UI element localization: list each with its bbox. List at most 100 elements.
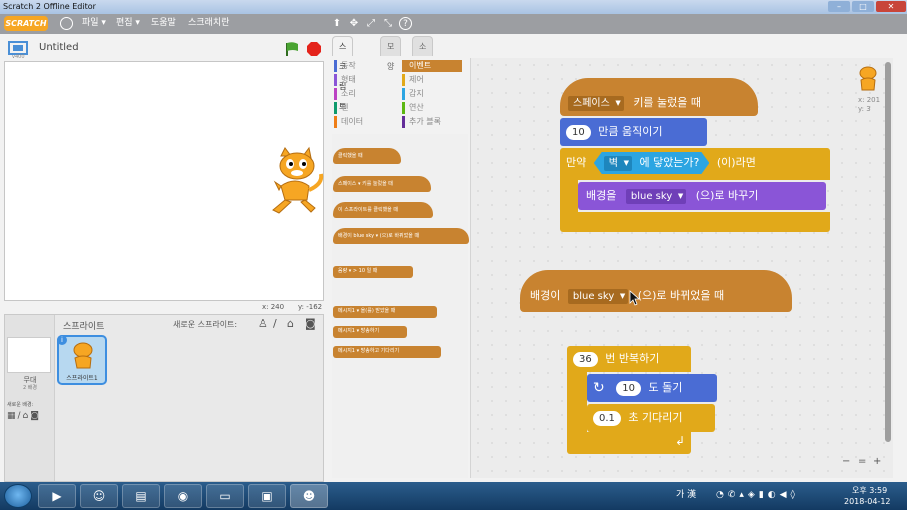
project-title[interactable]: Untitled: [39, 42, 79, 53]
when-key-pressed-block[interactable]: 스페이스 키를 눌렀을 때: [560, 78, 758, 116]
user-icon[interactable]: ☺: [80, 484, 118, 508]
turn-degrees-input[interactable]: 10: [616, 380, 641, 396]
camera-icon[interactable]: ◙: [305, 317, 316, 330]
upload-sprite-icon[interactable]: ⌂: [287, 317, 294, 330]
palette-block-2[interactable]: 이 스프라이트를 클릭했을 때: [333, 202, 433, 218]
clock-date[interactable]: 2018-04-12: [844, 497, 891, 507]
palette-block-3[interactable]: 배경이 blue sky ▾ (으)로 바뀌었을 때: [333, 228, 469, 244]
backdrop-hat-suffix: (으)로 바뀌었을 때: [637, 289, 725, 302]
cat-thumbnail-icon: [73, 342, 93, 369]
sprite-library-icon[interactable]: ♙: [258, 317, 268, 330]
repeat-count-input[interactable]: 36: [573, 351, 598, 367]
shrink-icon[interactable]: ⤡: [382, 17, 394, 30]
category-0[interactable]: 동작: [334, 60, 394, 72]
palette-block-1[interactable]: 스페이스 ▾ 키를 눌렀을 때: [333, 176, 431, 192]
scratch-logo[interactable]: SCRATCH: [4, 16, 48, 31]
palette-block-5[interactable]: 메시지1 ▾ 을(를) 받았을 때: [333, 306, 437, 318]
scripts-vertical-scrollbar[interactable]: [885, 62, 891, 442]
category-3[interactable]: 제어: [402, 74, 462, 86]
wait-block[interactable]: 0.1 초 기다리기: [587, 404, 715, 432]
new-backdrop-label: 새로운 배경:: [7, 402, 34, 408]
if-block[interactable]: 만약 벽 에 닿았는가? (이)라면: [560, 148, 830, 180]
network-icon[interactable]: ▣: [248, 484, 286, 508]
move-steps-label: 만큼 움직이기: [598, 125, 663, 138]
category-6[interactable]: 펜: [334, 102, 394, 114]
mouse-y-readout: y: -162: [298, 303, 323, 311]
category-7[interactable]: 연산: [402, 102, 462, 114]
sprite-thumbnail[interactable]: i 스프라이트1: [57, 335, 107, 385]
palette-block-7[interactable]: 메시지1 ▾ 방송하고 기다리기: [333, 346, 441, 358]
menu-edit[interactable]: 편집 ▾: [116, 17, 140, 30]
backdrop-dropdown[interactable]: blue sky: [625, 188, 687, 204]
repeat-block-arm: [567, 372, 587, 434]
paint-sprite-icon[interactable]: /: [273, 317, 277, 330]
sprite-panel: 무대 2 배경 새로운 배경: ▦/⌂◙ 스프라이트 새로운 스프라이트: ♙ …: [4, 314, 324, 482]
if-block-arm: [560, 180, 578, 214]
info-icon[interactable]: i: [57, 335, 67, 345]
tray-icons[interactable]: ◔✆▴◈▮◐◀◊: [716, 490, 799, 500]
close-button[interactable]: ✕: [876, 1, 906, 12]
tab-scripts[interactable]: 스크립트: [332, 36, 354, 111]
if-suffix: (이)라면: [716, 156, 756, 169]
sprite-x-readout: x: 201: [858, 96, 881, 104]
category-1[interactable]: 이벤트: [402, 60, 462, 72]
tab-sounds[interactable]: 소리: [412, 36, 434, 71]
green-flag-icon[interactable]: [284, 41, 300, 57]
move-steps-input[interactable]: 10: [566, 124, 591, 140]
file-explorer-icon[interactable]: ▤: [122, 484, 160, 508]
palette-block-6[interactable]: 메시지1 ▾ 방송하기: [333, 326, 407, 338]
notepad-icon[interactable]: ▭: [206, 484, 244, 508]
zoom-out-button[interactable]: −: [842, 456, 850, 467]
switch-backdrop-label: 배경을: [586, 189, 617, 202]
tab-costumes[interactable]: 모양: [380, 36, 402, 71]
window-titlebar: Scratch 2 Offline Editor – □ ✕: [0, 0, 907, 14]
windows-taskbar: ▶ ☺ ▤ ◉ ▭ ▣ ☻ 가 漢 ◔✆▴◈▮◐◀◊ 오후 3:59 2018-…: [0, 482, 907, 510]
menu-file[interactable]: 파일 ▾: [82, 17, 106, 30]
move-steps-block[interactable]: 10 만큼 움직이기: [560, 118, 707, 146]
scratch-icon[interactable]: ☻: [290, 484, 328, 508]
category-9[interactable]: 추가 블록: [402, 116, 462, 128]
scratch-editor-window: Scratch 2 Offline Editor – □ ✕ SCRATCH 파…: [0, 0, 907, 510]
turn-block[interactable]: ↻ 10 도 돌기: [587, 374, 717, 402]
backdrop-tools[interactable]: ▦/⌂◙: [7, 411, 41, 421]
grow-icon[interactable]: ⤢: [365, 17, 377, 30]
palette-block-4[interactable]: 음량 ▾ > 10 일 때: [333, 266, 413, 278]
category-5[interactable]: 감지: [402, 88, 462, 100]
zoom-in-button[interactable]: +: [873, 456, 881, 467]
ime-indicator[interactable]: 가 漢: [676, 490, 696, 500]
help-icon[interactable]: ?: [399, 17, 412, 30]
menu-help[interactable]: 도움말: [151, 17, 176, 30]
duplicate-icon[interactable]: ⬆: [331, 17, 343, 30]
touching-block[interactable]: 벽 에 닿았는가?: [594, 152, 710, 174]
if-label: 만약: [566, 156, 587, 169]
delete-icon[interactable]: ✥: [348, 17, 360, 30]
key-dropdown[interactable]: 스페이스: [568, 95, 624, 111]
wait-seconds-input[interactable]: 0.1: [593, 410, 621, 426]
chrome-icon[interactable]: ◉: [164, 484, 202, 508]
globe-icon[interactable]: [60, 17, 73, 30]
maximize-button[interactable]: □: [852, 1, 874, 12]
sprite-y-readout: y: 3: [858, 105, 871, 113]
category-4[interactable]: 소리: [334, 88, 394, 100]
stage-thumbnail[interactable]: [7, 337, 51, 373]
when-backdrop-switches-block[interactable]: 배경이 blue sky (으)로 바뀌었을 때: [520, 270, 792, 312]
switch-backdrop-block[interactable]: 배경을 blue sky (으)로 바꾸기: [578, 182, 826, 210]
clock-time[interactable]: 오후 3:59: [852, 486, 887, 496]
zoom-reset-button[interactable]: =: [858, 456, 866, 467]
category-8[interactable]: 데이터: [334, 116, 394, 128]
touching-dropdown[interactable]: 벽: [604, 156, 632, 171]
backdrop-count: 2 배경: [23, 385, 37, 391]
stop-icon[interactable]: [306, 41, 322, 57]
palette-block-0[interactable]: 클릭했을 때: [333, 148, 401, 164]
backdrop-hat-dropdown[interactable]: blue sky: [567, 288, 629, 304]
start-button[interactable]: [4, 484, 32, 508]
menu-about[interactable]: 스크래치란: [188, 17, 229, 30]
stage-thumbnail-column[interactable]: 무대 2 배경 새로운 배경: ▦/⌂◙: [5, 315, 55, 481]
media-player-icon[interactable]: ▶: [38, 484, 76, 508]
repeat-block[interactable]: 36 번 반복하기: [567, 346, 691, 372]
category-2[interactable]: 형태: [334, 74, 394, 86]
minimize-button[interactable]: –: [828, 1, 850, 12]
repeat-block-bottom: ↲: [567, 432, 691, 454]
stage-canvas[interactable]: [4, 61, 324, 301]
cat-sprite[interactable]: [267, 146, 329, 216]
